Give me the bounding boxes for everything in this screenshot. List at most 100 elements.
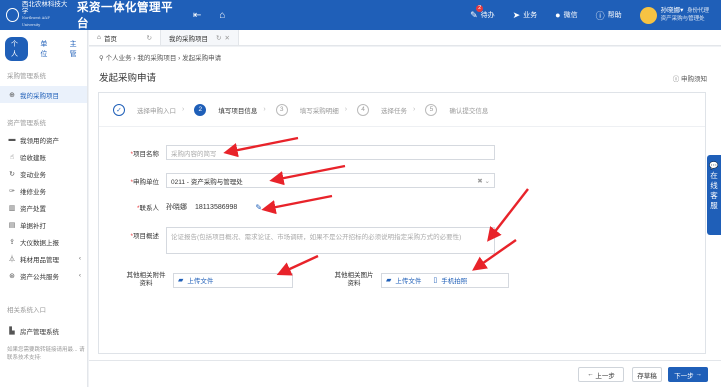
sidebar-item-reprint[interactable]: ▤ 单据补打 <box>0 216 87 233</box>
sidebar-item-change[interactable]: ↻ 变动业务 <box>0 165 87 182</box>
user-menu[interactable]: 孙晓娜▾ 身份代理 资产采购与管理处 <box>661 7 709 23</box>
nav-help[interactable]: ⓘ 帮助 <box>596 9 622 22</box>
avatar[interactable] <box>639 6 657 24</box>
refresh-icon[interactable]: ↻ <box>147 34 152 42</box>
chevron-right-icon: › <box>263 106 266 113</box>
chat-icon: 💬 <box>709 161 719 170</box>
nav-business[interactable]: ➤ 业务 <box>513 10 538 21</box>
sidebar-item-repair[interactable]: ✑ 维修业务 <box>0 182 87 199</box>
contact-name: 孙晓娜 <box>166 204 187 211</box>
help-icon: ⓘ <box>595 10 605 21</box>
arrow-left-icon: ← <box>587 371 594 378</box>
page-title: 发起采购申请 <box>99 73 157 84</box>
nav-wechat[interactable]: ● 微信 <box>555 10 577 20</box>
attach-label: 其他相关附件资料 <box>126 272 166 287</box>
app-title: 采资一体化管理平台 <box>77 2 174 30</box>
home-icon: ⌂ <box>97 34 101 41</box>
sidebar-item-consumables[interactable]: ⏃ 耗材用品管理 ‹ <box>0 250 87 267</box>
sidebar-item-housing[interactable]: ▙ 房产管理系统 <box>0 322 87 339</box>
step-4-label: 选择任务 <box>381 107 408 115</box>
sidebar-item-my-procurement[interactable]: ⊕ 我的采购项目 <box>0 86 87 103</box>
school-name-en: Northwest A&F University <box>21 16 50 27</box>
tab-home[interactable]: ⌂ 首页 ↻ <box>89 30 161 45</box>
send-icon: ➤ <box>512 9 521 20</box>
sidebar-item-disposal[interactable]: ▥ 资产处置 <box>0 199 87 216</box>
online-service-button[interactable]: 💬 在线客服 <box>707 155 721 235</box>
phone-shot-button[interactable]: 手机拍照 <box>441 275 467 285</box>
step-4: 4 选择任务 › <box>357 103 425 116</box>
form-card: ✓ 选择申购入口 › 2 填写项目信息 › 3 填写采购明细 › 4 选择任务 … <box>98 92 706 354</box>
school-logo[interactable]: 西北农林科技大学 Northwest A&F University 采资一体化管… <box>0 0 175 31</box>
refresh-icon: ↻ <box>9 170 15 178</box>
building-icon: ▙ <box>9 327 15 335</box>
chevron-right-icon: › <box>182 106 185 113</box>
overview-textarea[interactable]: 论证报告(包括项目概况、需求论证、市场调研，如果不是公开招标的必须说明指定采购方… <box>166 227 495 254</box>
edit-pencil-icon[interactable]: ✎ <box>255 203 262 212</box>
image-label: 其他相关图片资料 <box>334 272 374 287</box>
sidebar-group-procurement: 采购管理系统 <box>7 73 46 80</box>
close-icon[interactable]: ✕ <box>224 34 229 42</box>
document-icon: ▤ <box>8 221 16 229</box>
sidebar-item-my-assets[interactable]: ▬ 我领用的资产 <box>0 131 87 148</box>
step-2: 2 填写项目信息 › <box>194 103 275 116</box>
user-dept: 资产采购与管理处 <box>660 16 705 22</box>
sidebar-tab-personal[interactable]: 个人 <box>5 37 29 61</box>
chevron-right-icon: › <box>413 106 416 113</box>
overview-label: 项目概述 <box>133 233 159 240</box>
sidebar-group-related: 相关系统入口 <box>7 307 46 314</box>
laptop-icon: ▬ <box>8 136 16 143</box>
help-link[interactable]: ⓘ 申购须知 <box>673 73 707 83</box>
sidebar-group-assets: 资产管理系统 <box>7 120 46 127</box>
sidebar-tab-unit[interactable]: 单位 <box>34 37 57 61</box>
main-content: ⚲ 个人业务 › 我的采购项目 › 发起采购申请 发起采购申请 ⓘ 申购须知 ✓… <box>89 47 721 387</box>
school-emblem-icon <box>6 8 19 22</box>
sidebar-item-instrument-report[interactable]: ⇪ 大仪数据上报 <box>0 233 87 250</box>
upload-file-button[interactable]: ▰ 上传文件 <box>173 272 293 288</box>
contact-row: *联系人 孙晓娜 18113586998 ✎ <box>136 202 263 213</box>
page-tabs: ⌂ 首页 ↻ 我的采购项目 ↻ ✕ <box>89 30 721 46</box>
procurement-icon: ⊕ <box>9 91 15 99</box>
flask-icon: ⏃ <box>8 255 16 263</box>
sidebar-item-acceptance[interactable]: ☝ 验收建账 <box>0 148 87 165</box>
school-name: 西北农林科技大学 <box>21 0 68 15</box>
chevron-left-icon: ‹ <box>78 272 81 279</box>
footer-bar: ← 上一步 存草稿 下一步 → <box>89 360 721 387</box>
save-draft-button[interactable]: 存草稿 <box>632 367 662 382</box>
nav-todo[interactable]: ✎ 2 待办 <box>470 4 495 21</box>
step-5: 5 确认提交信息 <box>425 103 489 116</box>
applicant-unit-row: *申购单位 0211 - 资产采购与管理处 ✖ ⌄ <box>99 173 495 188</box>
refresh-icon[interactable]: ↻ <box>216 34 221 42</box>
applicant-unit-select[interactable]: 0211 - 资产采购与管理处 ✖ ⌄ <box>166 173 495 188</box>
step-1: ✓ 选择申购入口 › <box>113 103 194 116</box>
user-identity: 身份代理 <box>686 8 709 14</box>
prev-button[interactable]: ← 上一步 <box>578 367 624 382</box>
sidebar-tab-supervisor[interactable]: 主管 <box>64 37 87 61</box>
thumbs-up-icon: ☝ <box>9 153 15 161</box>
project-name-input[interactable]: 采购内容的简写 <box>166 145 495 160</box>
step-2-circle: 2 <box>194 103 207 116</box>
step-5-label: 确认提交信息 <box>449 107 489 115</box>
todo-badge: 2 <box>476 4 484 12</box>
tab-my-procurement[interactable]: 我的采购项目 ↻ ✕ <box>161 30 239 45</box>
steps-bar: ✓ 选择申购入口 › 2 填写项目信息 › 3 填写采购明细 › 4 选择任务 … <box>99 93 705 127</box>
chevron-left-icon: ‹ <box>78 255 81 262</box>
sidebar-item-public-service[interactable]: ⊛ 资产公共服务 ‹ <box>0 267 87 284</box>
folder-icon: ▰ <box>386 277 392 284</box>
location-icon: ⚲ <box>99 55 104 62</box>
step-1-label: 选择申购入口 <box>137 107 176 115</box>
attachments-row: 其他相关附件资料 ▰ 上传文件 其他相关图片资料 ▰ 上传文件 ▯ 手机拍照 <box>125 272 509 288</box>
sidebar: 个人 单位 主管 采购管理系统 ⊕ 我的采购项目 资产管理系统 ▬ 我领用的资产 … <box>0 30 88 387</box>
upload-image-button[interactable]: 上传文件 <box>395 275 421 285</box>
upload-image-group: ▰ 上传文件 ▯ 手机拍照 <box>381 272 509 288</box>
project-name-label: 项目名称 <box>133 150 159 158</box>
home-icon[interactable]: ⌂ <box>219 10 225 21</box>
phone-icon: ▯ <box>433 277 438 284</box>
clear-icon[interactable]: ✖ ⌄ <box>477 177 490 185</box>
project-name-row: *项目名称 采购内容的简写 <box>99 145 495 160</box>
next-button[interactable]: 下一步 → <box>668 367 708 382</box>
chevron-right-icon: › <box>344 106 348 113</box>
step-3-label: 填写采购明细 <box>299 107 339 115</box>
collapse-sidebar-icon[interactable]: ⇤ <box>193 10 201 21</box>
user-name: 孙晓娜 <box>660 7 681 14</box>
top-navbar: 西北农林科技大学 Northwest A&F University 采资一体化管… <box>0 0 721 30</box>
